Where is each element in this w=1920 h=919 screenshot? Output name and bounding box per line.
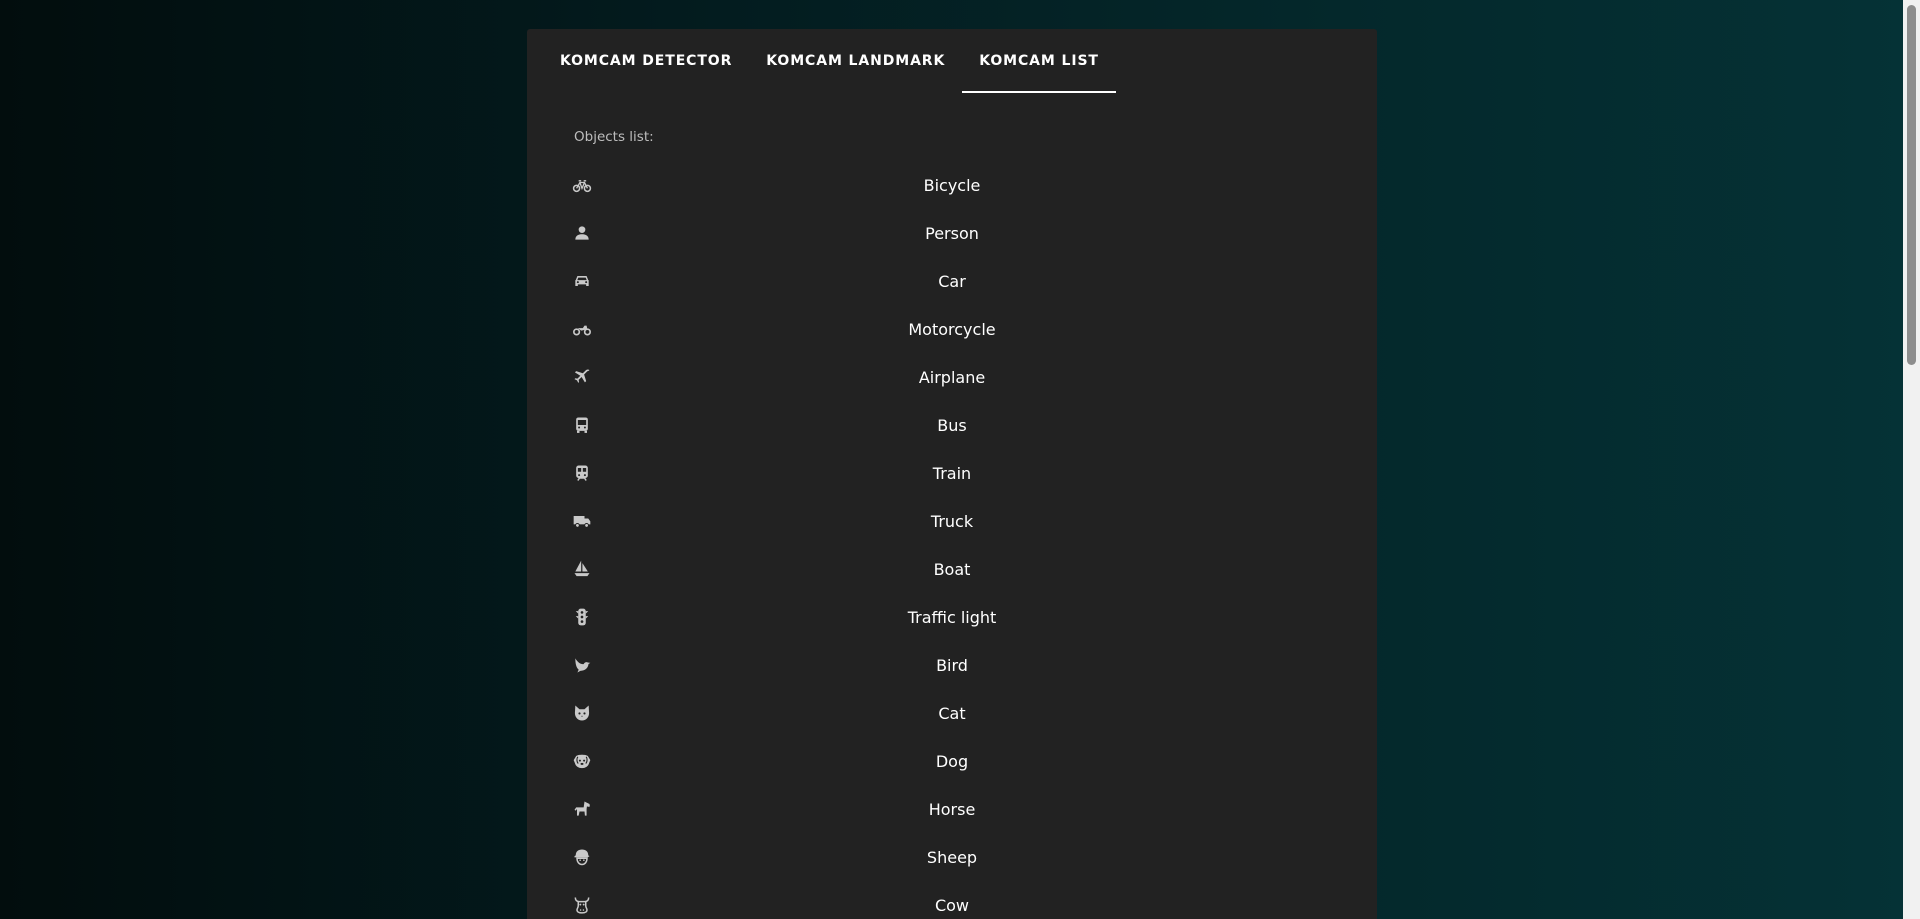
list-item-truck: Truck [527, 497, 1377, 545]
list-item-cat: Cat [527, 689, 1377, 737]
list-item-label: Dog [935, 751, 969, 771]
tab-komcam-detector[interactable]: KOMCAM DETECTOR [543, 29, 749, 93]
list-item-label: Horse [928, 799, 976, 819]
list-item-label: Motorcycle [908, 319, 996, 339]
list-item-label: Truck [930, 511, 974, 531]
objects-list-label: Objects list: [574, 129, 654, 145]
list-item-car: Car [527, 257, 1377, 305]
list-item-person: Person [527, 209, 1377, 257]
list-item-label: Traffic light [907, 607, 997, 627]
tab-komcam-list[interactable]: KOMCAM LIST [962, 29, 1116, 93]
objects-list: Bicycle Person Car Motorcycle Airplane B… [527, 161, 1377, 919]
list-item-label: Bird [936, 655, 968, 675]
list-item-cow: Cow [527, 881, 1377, 919]
list-item-label: Cow [934, 895, 970, 915]
list-item-motorcycle: Motorcycle [527, 305, 1377, 353]
list-item-label: Sheep [926, 847, 978, 867]
list-item-bird: Bird [527, 641, 1377, 689]
list-item-label: Bicycle [923, 175, 981, 195]
list-item-label: Car [938, 271, 966, 291]
list-item-dog: Dog [527, 737, 1377, 785]
tab-bar: KOMCAM DETECTOR KOMCAM LANDMARK KOMCAM L… [527, 29, 1377, 93]
list-item-label: Bus [937, 415, 967, 435]
list-item-label: Boat [933, 559, 971, 579]
list-item-horse: Horse [527, 785, 1377, 833]
list-item-bus: Bus [527, 401, 1377, 449]
list-item-bicycle: Bicycle [527, 161, 1377, 209]
main-panel: KOMCAM DETECTOR KOMCAM LANDMARK KOMCAM L… [527, 29, 1377, 919]
list-item-label: Train [932, 463, 972, 483]
list-item-label: Airplane [918, 367, 986, 387]
tab-komcam-landmark[interactable]: KOMCAM LANDMARK [749, 29, 962, 93]
list-item-label: Person [925, 223, 979, 243]
list-item-label: Cat [938, 703, 966, 723]
list-item-sheep: Sheep [527, 833, 1377, 881]
list-item-traffic-light: Traffic light [527, 593, 1377, 641]
list-item-train: Train [527, 449, 1377, 497]
list-item-boat: Boat [527, 545, 1377, 593]
scrollbar-thumb[interactable] [1907, 5, 1916, 365]
list-item-airplane: Airplane [527, 353, 1377, 401]
page-scrollbar[interactable] [1903, 0, 1920, 919]
